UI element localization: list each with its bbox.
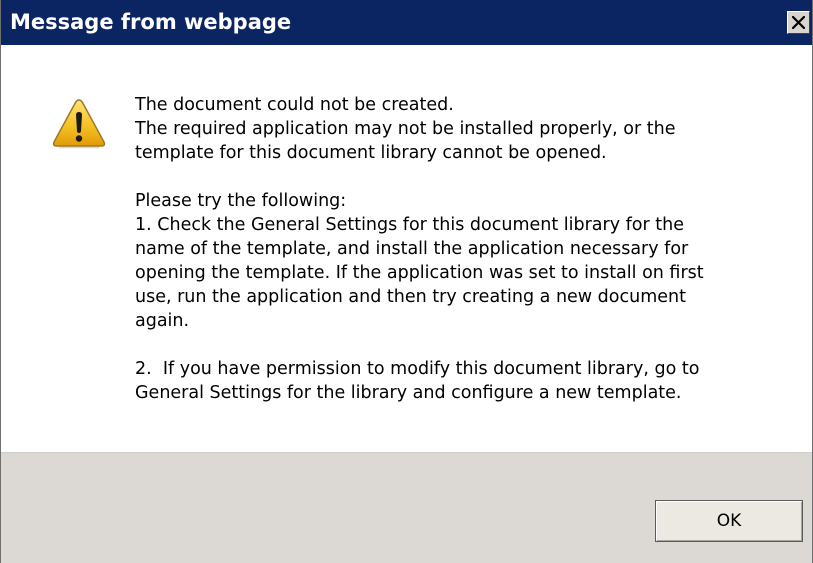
- dialog-title: Message from webpage: [10, 10, 292, 34]
- message-paragraph-instructions: Please try the following: 1. Check the G…: [135, 191, 704, 331]
- warning-icon: [52, 99, 106, 149]
- message-paragraph-permission: 2. If you have permission to modify this…: [135, 359, 700, 403]
- dialog-content: The document could not be created. The r…: [1, 45, 812, 452]
- message-dialog: Message from webpage The document could …: [0, 0, 813, 563]
- message-text: The document could not be created. The r…: [135, 93, 775, 405]
- close-button[interactable]: [787, 11, 810, 34]
- button-bar: OK: [1, 452, 812, 563]
- message-paragraph-error: The document could not be created. The r…: [135, 95, 676, 163]
- close-icon: [792, 16, 805, 29]
- ok-button[interactable]: OK: [655, 500, 803, 542]
- title-bar[interactable]: Message from webpage: [1, 0, 812, 45]
